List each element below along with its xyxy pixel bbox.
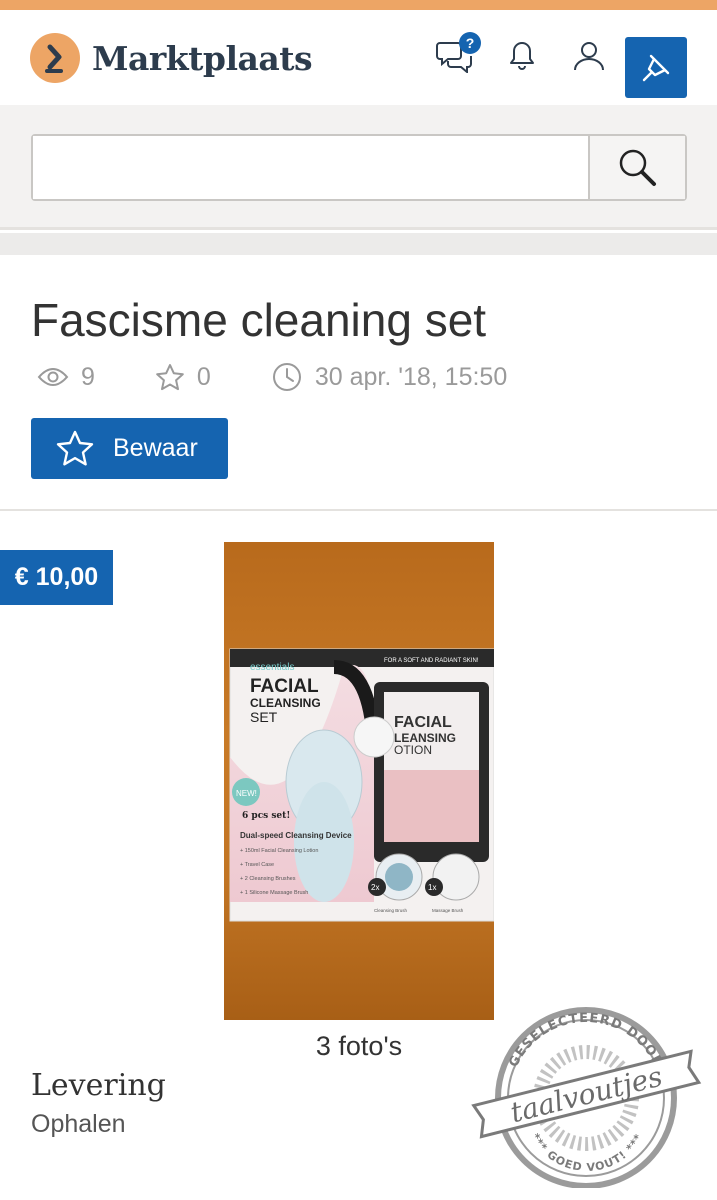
save-button-label: Bewaar [113, 434, 198, 462]
box-item-2: + Travel Case [240, 862, 274, 868]
box-brand: essentials [250, 662, 294, 673]
box-item-1: + 150ml Facial Cleansing Lotion [240, 848, 318, 854]
favorites-value: 0 [196, 362, 211, 391]
eye-icon [37, 368, 69, 386]
photo-count[interactable]: 3 foto's [224, 1031, 494, 1062]
search-box [31, 134, 687, 201]
tube-line3: OTION [394, 743, 432, 757]
stamp-top-text: GESELECTEERD DOOR [506, 1011, 664, 1070]
badge-2x: 2x [371, 883, 379, 892]
delivery-heading: Levering [31, 1068, 166, 1103]
pcs-label: 6 pcs set! [242, 811, 290, 821]
bell-icon [510, 42, 534, 70]
place-ad-button[interactable] [625, 37, 687, 98]
messages-button[interactable]: ? [433, 32, 481, 76]
notifications-button[interactable] [502, 36, 542, 76]
box-title-line3: SET [250, 709, 278, 725]
brand-logo[interactable]: Marktplaats [30, 33, 313, 83]
listing-title: Fascisme cleaning set [31, 294, 487, 346]
account-button[interactable] [569, 36, 609, 76]
search-icon [619, 149, 656, 186]
device-label: Dual-speed Cleansing Device [240, 831, 352, 840]
stamp-middle-text: taalvoutjes [507, 1060, 666, 1130]
pin-icon [642, 54, 670, 81]
save-button[interactable]: Bewaar [31, 418, 228, 479]
site-header: Marktplaats ? [0, 10, 717, 105]
box-title-line1: FACIAL [250, 676, 319, 697]
listing-meta: 9 0 30 apr. '18, 15:50 [37, 359, 507, 395]
badge-1x: 1x [428, 883, 436, 892]
listing-photo[interactable]: FOR A SOFT AND RADIANT SKIN! FACIAL LEAN… [224, 542, 494, 1020]
caption-massage-brush: Massage Brush [432, 908, 464, 913]
search-button[interactable] [588, 136, 685, 199]
top-accent-bar [0, 0, 717, 10]
star-icon [156, 364, 184, 391]
messages-badge: ? [459, 32, 481, 54]
new-badge: NEW! [236, 789, 257, 798]
brand-name: Marktplaats [92, 38, 313, 78]
views-count: 9 [37, 363, 95, 392]
tube-line1: FACIAL [394, 714, 452, 731]
box-title-line2: CLEANSING [250, 696, 321, 710]
delivery-value: Ophalen [31, 1110, 126, 1138]
caption-cleansing-brush: Cleansing Brush [374, 908, 408, 913]
product-image: FOR A SOFT AND RADIANT SKIN! FACIAL LEAN… [229, 648, 494, 922]
box-item-4: + 1 Silicone Massage Brush [240, 890, 308, 896]
logo-icon [30, 33, 80, 83]
posted-date: 30 apr. '18, 15:50 [271, 361, 507, 393]
star-icon [56, 430, 94, 465]
clock-icon [272, 363, 301, 391]
box-item-3: + 2 Cleansing Brushes [240, 876, 296, 882]
views-value: 9 [81, 362, 95, 391]
listing-header: Fascisme cleaning set 9 0 30 apr. '18, 1… [0, 255, 717, 511]
posted-value: 30 apr. '18, 15:50 [314, 362, 508, 391]
user-icon [574, 42, 604, 71]
svg-text:GESELECTEERD DOOR: GESELECTEERD DOOR [506, 1011, 665, 1070]
favorites-count: 0 [155, 363, 211, 392]
price-tag: € 10,00 [0, 550, 113, 605]
search-input[interactable] [33, 136, 588, 199]
taalvoutjes-stamp: GESELECTEERD DOOR *** GOED VOUT! *** taa… [470, 998, 702, 1189]
section-divider [0, 233, 717, 255]
box-tagline: FOR A SOFT AND RADIANT SKIN! [384, 658, 479, 664]
search-bar [0, 105, 717, 230]
